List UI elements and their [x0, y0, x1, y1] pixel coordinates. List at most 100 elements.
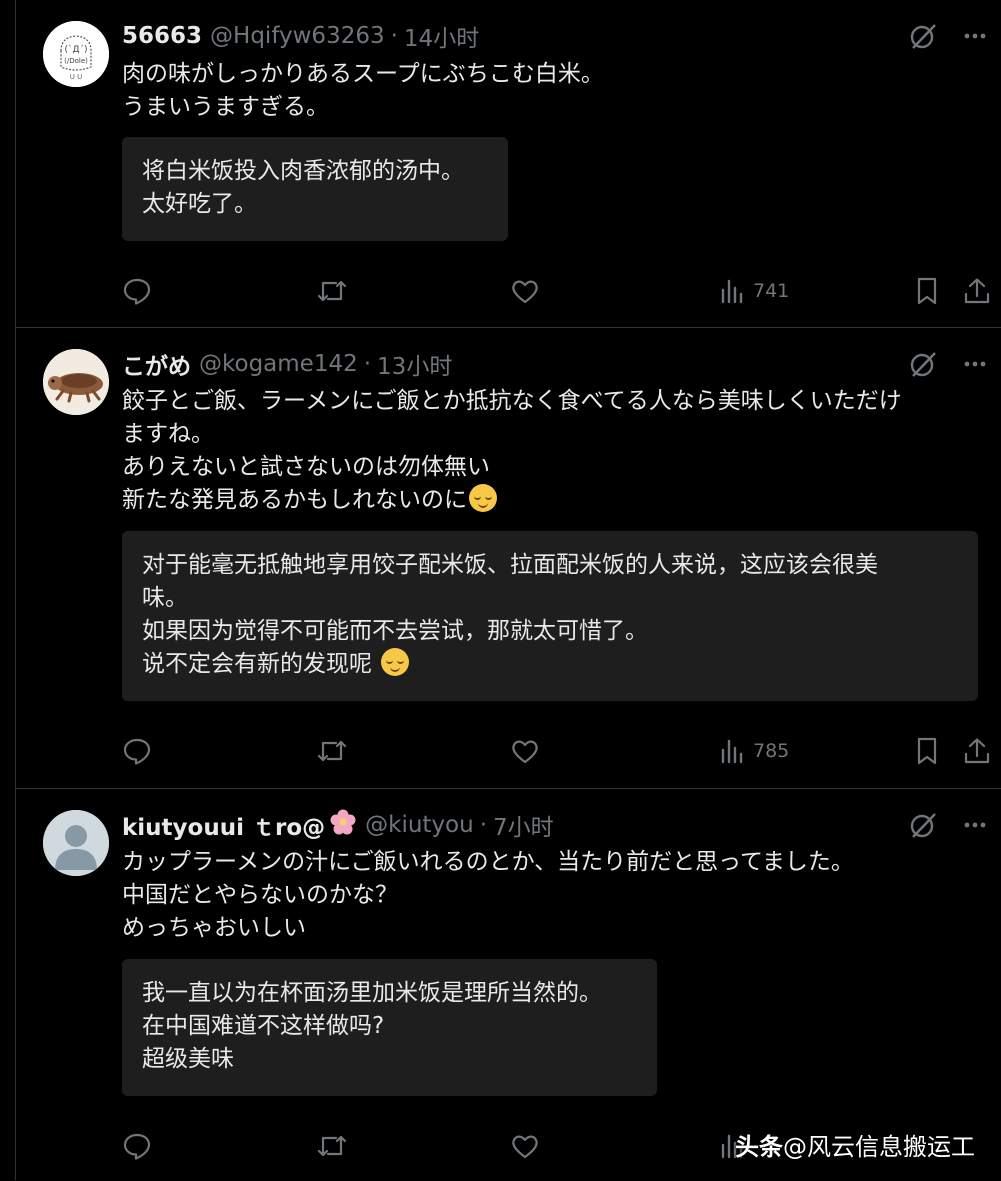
- tweet-top-icons: [908, 809, 988, 841]
- more-icon[interactable]: [962, 23, 988, 49]
- reply-button[interactable]: [122, 731, 152, 771]
- avatar[interactable]: (`Д´) (/Dole) U U: [43, 21, 109, 87]
- reply-icon: [123, 278, 151, 305]
- tweet-top-icons: [908, 20, 988, 52]
- like-button[interactable]: [510, 731, 540, 771]
- reply-icon: [123, 738, 151, 765]
- tweet-header: 56663 @Hqifyw63263 · 14小时: [122, 20, 912, 52]
- translation-card: 我一直以为在杯面汤里加米饭是理所当然的。 在中国难道不这样做吗? 超级美味: [122, 959, 657, 1096]
- bookmark-button[interactable]: [914, 731, 940, 771]
- view-count: 785: [753, 740, 790, 762]
- translation-line: 将白米饭投入肉香浓郁的汤中。: [142, 158, 464, 184]
- tweet-text-line: 餃子とご飯、ラーメンにご飯とか抵抗なく食べてる人なら美味しくいただけ: [122, 388, 902, 414]
- share-icon: [964, 738, 990, 764]
- retweet-icon: [317, 1135, 347, 1157]
- translation-card: 对于能毫无抵触地享用饺子配米饭、拉面配米饭的人来说，这应该会很美 味。 如果因为…: [122, 531, 978, 701]
- user-handle[interactable]: @kiutyou: [365, 812, 474, 838]
- relieved-emoji: [381, 648, 410, 676]
- user-handle[interactable]: @kogame142: [199, 351, 358, 377]
- tweet-text: 餃子とご飯、ラーメンにご飯とか抵抗なく食べてる人なら美味しくいただけ ますね。 …: [122, 385, 982, 517]
- like-icon: [512, 1135, 538, 1159]
- tweet-top-icons: [908, 348, 988, 380]
- translation-line: 味。: [142, 585, 188, 611]
- translation-line: 在中国难道不这样做吗?: [142, 1013, 385, 1039]
- grok-icon[interactable]: [908, 349, 938, 379]
- retweet-button[interactable]: [316, 731, 348, 771]
- user-handle[interactable]: @Hqifyw63263: [210, 23, 385, 49]
- tweet-header: こがめ @kogame142 · 13小时: [122, 348, 912, 380]
- tweet-text-line: 肉の味がしっかりあるスープにぶちこむ白米。: [122, 61, 604, 87]
- timestamp[interactable]: 14小时: [404, 19, 479, 53]
- tweet-text-segment: 新たな発見あるかもしれないのに: [122, 487, 467, 513]
- tweet-text-line: 中国だとやらないのかな？: [122, 882, 398, 908]
- watermark: 头条@风云信息搬运工: [735, 1127, 975, 1162]
- share-button[interactable]: [962, 271, 992, 311]
- separator-dot: ·: [390, 23, 398, 49]
- display-name[interactable]: 56663: [122, 23, 202, 49]
- grok-icon[interactable]: [908, 21, 938, 51]
- tweet-text-line: ありえないと試さないのは勿体無い: [122, 454, 490, 480]
- reply-button[interactable]: [122, 271, 152, 311]
- more-icon[interactable]: [962, 351, 988, 377]
- reply-button[interactable]: [122, 1126, 152, 1166]
- retweet-button[interactable]: [316, 1126, 348, 1166]
- bookmark-icon: [917, 277, 937, 305]
- retweet-button[interactable]: [316, 271, 348, 311]
- tweet-text-line: うまいうますぎる。: [122, 94, 329, 120]
- share-icon: [964, 278, 990, 304]
- tweet-text-line: カップラーメンの汁にご飯いれるのとか、当たり前だと思ってました。: [122, 849, 854, 875]
- more-icon[interactable]: [962, 812, 988, 838]
- translation-segment: 说不定会有新的发现呢: [142, 651, 372, 677]
- tweet-text: 肉の味がしっかりあるスープにぶちこむ白米。 うまいうますぎる。: [122, 58, 982, 124]
- display-name[interactable]: kiutyouui ｔro@: [122, 808, 325, 842]
- tweet-text-line: 新たな発見あるかもしれないのに: [122, 484, 982, 517]
- translation-line: 对于能毫无抵触地享用饺子配米饭、拉面配米饭的人来说，这应该会很美: [142, 552, 878, 578]
- like-button[interactable]: [510, 1126, 540, 1166]
- tweet-text-line: ますね。: [122, 421, 214, 447]
- share-button[interactable]: [962, 731, 992, 771]
- views-icon: [721, 739, 743, 764]
- translation-card: 将白米饭投入肉香浓郁的汤中。 太好吃了。: [122, 137, 508, 241]
- relieved-emoji: [469, 484, 497, 512]
- bookmark-icon: [917, 737, 937, 765]
- svg-text:(/Dole): (/Dole): [64, 57, 88, 65]
- translation-line: 如果因为觉得不可能而不去尝试，那就太可惜了。: [142, 618, 648, 644]
- tweet[interactable]: (`Д´) (/Dole) U U 56663 @Hqifyw63263 · 1…: [16, 0, 1001, 328]
- flower-emoji: [329, 808, 357, 842]
- svg-text:U U: U U: [70, 73, 82, 81]
- watermark-text: @风云信息搬运工: [783, 1133, 975, 1161]
- timeline: (`Д´) (/Dole) U U 56663 @Hqifyw63263 · 1…: [15, 0, 1001, 1180]
- translation-line: 太好吃了。: [142, 191, 257, 217]
- like-icon: [512, 740, 538, 764]
- bookmark-button[interactable]: [914, 271, 940, 311]
- grok-icon[interactable]: [908, 810, 938, 840]
- like-icon: [512, 280, 538, 304]
- reply-icon: [123, 1133, 151, 1160]
- views-button[interactable]: 741: [719, 271, 789, 311]
- translation-line: 说不定会有新的发现呢: [142, 648, 958, 681]
- views-button[interactable]: 785: [719, 731, 789, 771]
- translation-line: 超级美味: [142, 1046, 234, 1072]
- avatar[interactable]: [43, 349, 109, 415]
- separator-dot: ·: [479, 812, 488, 838]
- svg-text:(`Д´): (`Д´): [64, 44, 87, 55]
- tweet[interactable]: こがめ @kogame142 · 13小时 餃子とご飯、ラーメンにご飯とか抵抗な…: [16, 328, 1001, 789]
- view-count: 741: [753, 280, 790, 302]
- display-name[interactable]: こがめ: [122, 347, 191, 381]
- tweet[interactable]: kiutyouui ｔro@ @kiutyou · 7小时 カップラーメンの汁に…: [16, 789, 1001, 1181]
- views-icon: [721, 279, 743, 304]
- avatar[interactable]: [43, 810, 109, 876]
- watermark-brand: 头条: [735, 1133, 783, 1161]
- action-bar: 741: [122, 271, 990, 311]
- action-bar: 785: [122, 731, 990, 771]
- timestamp[interactable]: 7小时: [493, 808, 554, 842]
- timestamp[interactable]: 13小时: [377, 347, 452, 381]
- tweet-text: カップラーメンの汁にご飯いれるのとか、当たり前だと思ってました。 中国だとやらな…: [122, 846, 982, 945]
- like-button[interactable]: [510, 271, 540, 311]
- separator-dot: ·: [363, 351, 372, 377]
- tweet-header: kiutyouui ｔro@ @kiutyou · 7小时: [122, 809, 912, 841]
- tweet-text-line: めっちゃおいしい: [122, 915, 306, 941]
- retweet-icon: [317, 280, 347, 302]
- retweet-icon: [317, 740, 347, 762]
- translation-line: 我一直以为在杯面汤里加米饭是理所当然的。: [142, 980, 602, 1006]
